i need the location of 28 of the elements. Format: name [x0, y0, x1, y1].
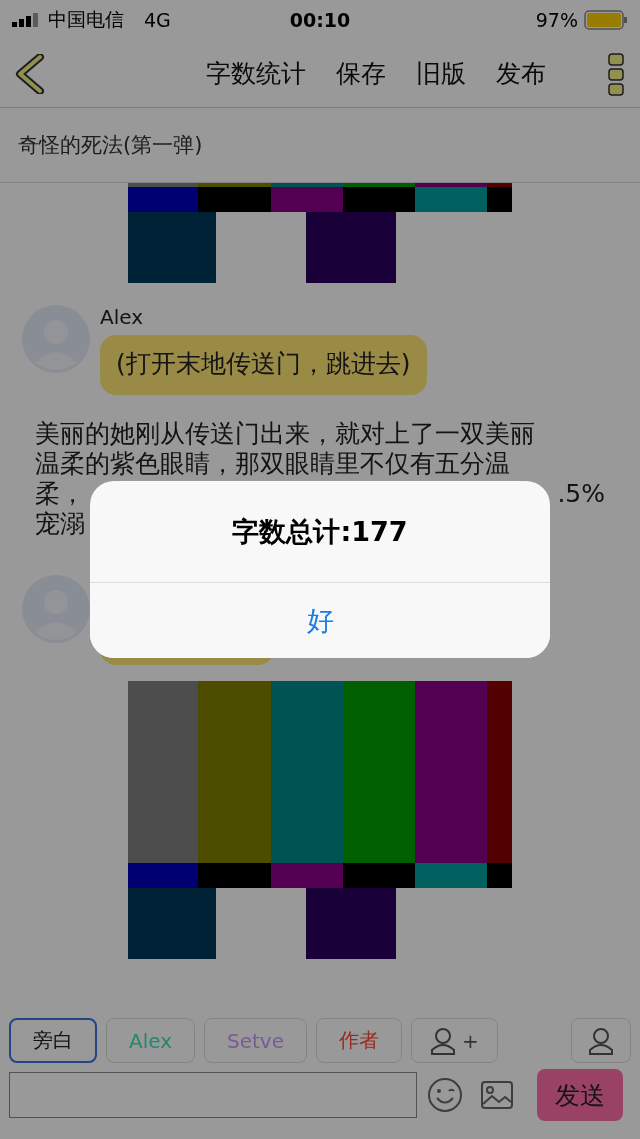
- narration-text: 宠溺: [35, 509, 85, 539]
- battery-icon: [584, 10, 628, 30]
- clock-text: 00:10: [289, 9, 351, 31]
- nav-action[interactable]: 旧版: [416, 57, 466, 90]
- emoji-icon[interactable]: [427, 1077, 463, 1113]
- narration-text: .5%: [557, 479, 605, 509]
- back-icon[interactable]: [14, 53, 46, 94]
- message-input[interactable]: [9, 1072, 417, 1118]
- person-icon: [430, 1026, 456, 1055]
- add-role-button[interactable]: +: [411, 1018, 498, 1063]
- nav-action[interactable]: 发布: [496, 57, 546, 90]
- role-chip[interactable]: 作者: [316, 1018, 402, 1063]
- nav-action[interactable]: 保存: [336, 57, 386, 90]
- narration-text: 美丽的她刚从传送门出来，就对上了一双美丽: [35, 419, 535, 449]
- battery-text: 97%: [535, 9, 578, 31]
- narration-text: 温柔的紫色眼睛，那双眼睛里不仅有五分温: [35, 449, 510, 479]
- more-icon[interactable]: [606, 51, 626, 96]
- avatar-icon: [22, 575, 90, 643]
- nav-action[interactable]: 字数统计: [206, 57, 306, 90]
- narration-text: 柔，: [35, 479, 85, 509]
- profile-button[interactable]: [571, 1018, 631, 1063]
- person-icon: [588, 1026, 614, 1055]
- network-text: 4G: [144, 9, 171, 31]
- sender-name: Alex: [100, 305, 144, 329]
- carrier-text: 中国电信: [48, 7, 124, 32]
- message-bubble: (打开末地传送门，跳进去): [100, 335, 427, 395]
- send-button[interactable]: 发送: [537, 1069, 623, 1121]
- role-chip[interactable]: 旁白: [9, 1018, 97, 1063]
